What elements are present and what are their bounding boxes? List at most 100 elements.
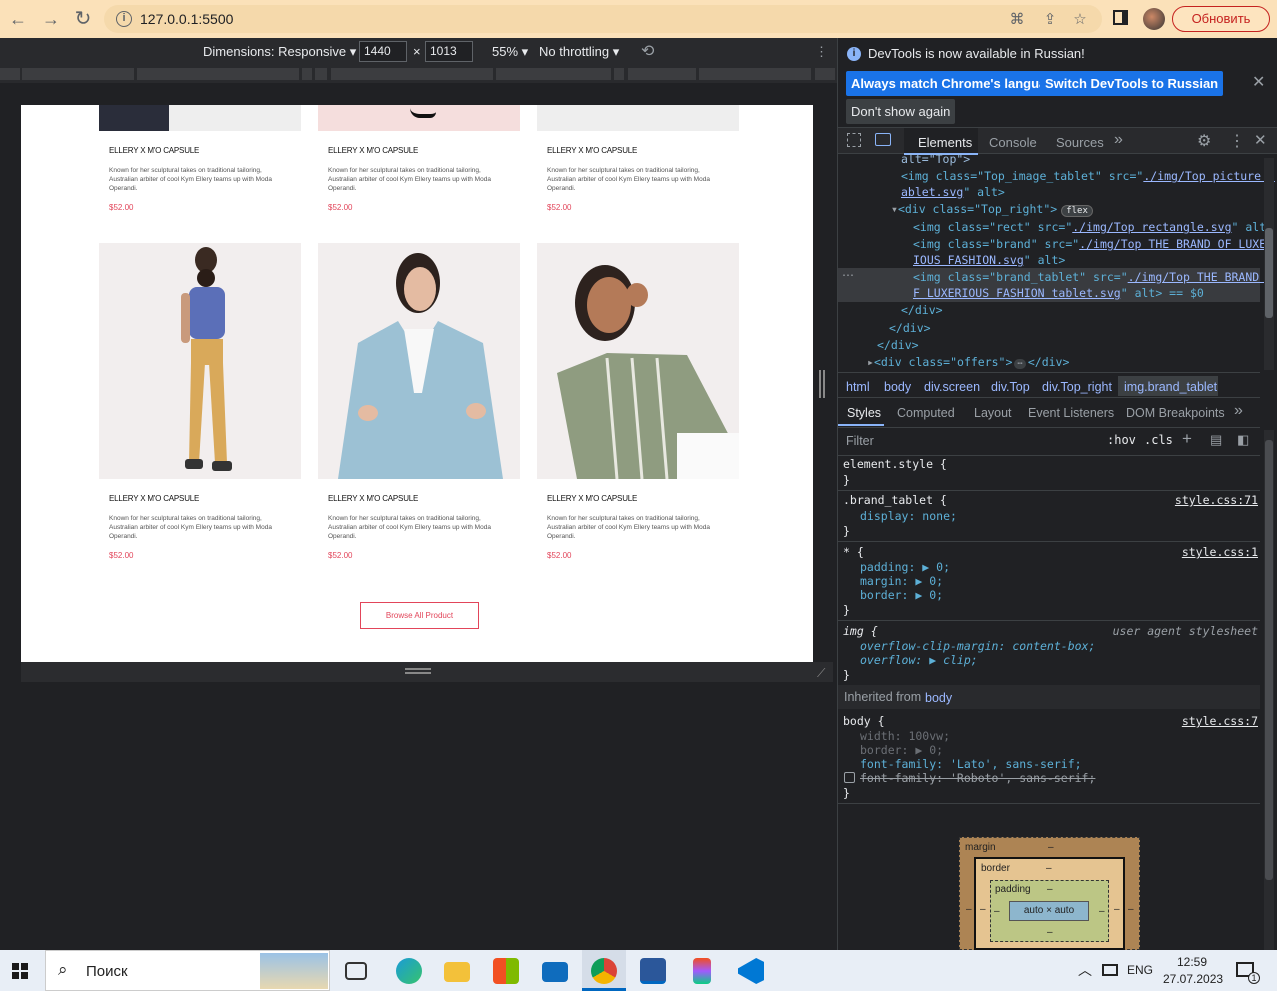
box-model-margin[interactable]: margin – – – border – – – padding – – – … xyxy=(959,837,1140,950)
product-title[interactable]: ELLERY X M'O CAPSULE xyxy=(547,146,637,155)
tab-console[interactable]: Console xyxy=(989,135,1037,150)
breadcrumb-img-brand-tablet[interactable]: img.brand_tablet xyxy=(1124,380,1217,394)
dom-line[interactable]: <img class="brand" src="./img/Top THE BR… xyxy=(913,237,1273,251)
vscode-icon[interactable] xyxy=(738,958,764,984)
tab-event-listeners[interactable]: Event Listeners xyxy=(1028,406,1114,420)
media-query-bar[interactable] xyxy=(0,65,837,83)
css-source-link[interactable]: style.css:71 xyxy=(1175,493,1258,507)
dom-line[interactable]: ablet.svg" alt> xyxy=(901,185,1005,199)
paint-icon[interactable]: ▤ xyxy=(1210,432,1222,448)
css-property-overridden[interactable]: font-family: 'Roboto', sans-serif; xyxy=(860,771,1095,785)
dom-line[interactable]: F LUXERIOUS FASHION tablet.svg" alt> == … xyxy=(913,286,1204,300)
close-devtools-icon[interactable]: ✕ xyxy=(1254,131,1267,149)
product-title[interactable]: ELLERY X M'O CAPSULE xyxy=(328,494,418,503)
browse-all-button[interactable]: Browse All Product xyxy=(360,602,479,629)
css-property[interactable]: margin: ▶ 0; xyxy=(860,574,943,588)
property-checkbox[interactable] xyxy=(844,772,855,783)
dont-show-button[interactable]: Don't show again xyxy=(846,99,956,124)
file-explorer-icon[interactable] xyxy=(444,962,470,982)
update-button[interactable]: Обновить xyxy=(1172,6,1270,32)
css-selector[interactable]: body { xyxy=(843,714,885,728)
expand-arrow-icon[interactable]: ▾ xyxy=(891,202,898,216)
zoom-dropdown[interactable]: 55% ▾ xyxy=(492,44,528,60)
css-source-link[interactable]: style.css:7 xyxy=(1182,714,1258,728)
avatar[interactable] xyxy=(1143,8,1165,30)
product-title[interactable]: ELLERY X M'O CAPSULE xyxy=(547,494,637,503)
margin-right-value[interactable]: – xyxy=(1128,904,1134,915)
dimensions-dropdown[interactable]: Dimensions: Responsive ▾ xyxy=(203,44,356,60)
breadcrumb-body[interactable]: body xyxy=(884,380,911,394)
product-title[interactable]: ELLERY X M'O CAPSULE xyxy=(109,494,199,503)
tab-dom-breakpoints[interactable]: DOM Breakpoints xyxy=(1126,406,1225,420)
height-input[interactable]: 1013 xyxy=(425,41,473,62)
css-source-link[interactable]: style.css:1 xyxy=(1182,545,1258,559)
css-property-inactive[interactable]: width: 100vw; xyxy=(860,729,950,743)
figma-icon[interactable] xyxy=(693,958,711,984)
inspect-icon[interactable] xyxy=(847,133,861,147)
clock-date[interactable]: 27.07.2023 xyxy=(1163,972,1223,986)
css-property[interactable]: display: none; xyxy=(860,509,957,523)
forward-icon[interactable]: → xyxy=(39,7,63,31)
width-input[interactable]: 1440 xyxy=(359,41,407,62)
more-options-icon[interactable]: ⋮ xyxy=(815,44,828,60)
corner-resize-icon[interactable]: ⟋ xyxy=(817,666,825,681)
filter-input[interactable]: Filter xyxy=(840,430,1096,452)
close-icon[interactable]: ✕ xyxy=(1252,72,1265,92)
css-property[interactable]: border: ▶ 0; xyxy=(860,588,943,602)
tab-layout[interactable]: Layout xyxy=(974,406,1012,420)
border-right-value[interactable]: – xyxy=(1114,904,1120,915)
taskbar-search[interactable]: ⌕ Поиск xyxy=(45,950,330,991)
dom-line[interactable]: <img class="rect" src="./img/Top rectang… xyxy=(913,220,1273,234)
dom-link[interactable]: ablet.svg xyxy=(901,185,963,199)
viewport-resize-bar[interactable]: ⟋ xyxy=(21,662,833,682)
breadcrumb-div-top-right[interactable]: div.Top_right xyxy=(1042,380,1112,394)
margin-top-value[interactable]: – xyxy=(1048,842,1054,853)
padding-bottom-value[interactable]: – xyxy=(1047,927,1053,938)
switch-russian-button[interactable]: Switch DevTools to Russian xyxy=(1040,71,1224,96)
scrollbar-thumb[interactable] xyxy=(1265,440,1273,880)
inherited-from-link[interactable]: body xyxy=(925,691,952,705)
dom-scrollbar[interactable] xyxy=(1264,158,1274,370)
padding-right-value[interactable]: – xyxy=(1099,906,1105,917)
dom-line[interactable]: <img class="Top_image_tablet" src="./img… xyxy=(901,169,1275,183)
product-image[interactable] xyxy=(537,243,739,479)
margin-left-value[interactable]: – xyxy=(966,904,972,915)
network-icon[interactable] xyxy=(1102,964,1118,976)
match-language-button[interactable]: Always match Chrome's language xyxy=(846,71,1067,96)
side-resize-handle[interactable] xyxy=(819,370,825,398)
add-rule-icon[interactable]: + xyxy=(1182,429,1192,449)
store-icon[interactable] xyxy=(493,958,519,984)
box-model-content[interactable]: auto × auto xyxy=(1009,901,1089,921)
scrollbar-thumb[interactable] xyxy=(1265,228,1273,318)
dom-link[interactable]: ./img/Top THE BRAND OF LUXER xyxy=(1079,237,1273,251)
resize-handle-icon[interactable] xyxy=(405,668,431,670)
dom-link[interactable]: ./img/Top THE BRAND O xyxy=(1128,270,1273,284)
tab-computed[interactable]: Computed xyxy=(897,406,955,420)
language-indicator[interactable]: ENG xyxy=(1127,963,1153,977)
dom-line[interactable]: ▾<div class="Top_right"> flex xyxy=(891,202,1093,217)
word-icon[interactable] xyxy=(640,958,666,984)
more-tabs-icon[interactable]: » xyxy=(1114,131,1123,149)
css-selector[interactable]: * { xyxy=(843,545,864,559)
box-model-border[interactable]: border – – – padding – – – – auto × auto xyxy=(974,857,1125,950)
css-property-inactive[interactable]: border: ▶ 0; xyxy=(860,743,943,757)
product-image[interactable] xyxy=(318,105,520,131)
clock-time[interactable]: 12:59 xyxy=(1177,955,1207,969)
dom-link[interactable]: IOUS FASHION.svg xyxy=(913,253,1024,267)
product-image[interactable] xyxy=(99,105,301,131)
translate-icon[interactable]: ⌘ xyxy=(1008,11,1026,29)
css-selector[interactable]: element.style { xyxy=(843,457,947,471)
sidebar-toggle-icon[interactable]: ◧ xyxy=(1237,432,1249,448)
task-view-icon[interactable] xyxy=(345,962,367,980)
gear-icon[interactable]: ⚙ xyxy=(1197,131,1211,151)
cls-toggle[interactable]: .cls xyxy=(1144,433,1173,447)
breadcrumb-div-screen[interactable]: div.screen xyxy=(924,380,980,394)
product-image[interactable] xyxy=(537,105,739,131)
product-image[interactable] xyxy=(99,243,301,479)
reload-icon[interactable]: ↻ xyxy=(71,7,95,31)
dom-link[interactable]: ./img/Top rectangle.svg xyxy=(1072,220,1231,234)
css-property[interactable]: font-family: 'Lato', sans-serif; xyxy=(860,757,1082,771)
bookmark-star-icon[interactable]: ☆ xyxy=(1071,11,1089,29)
hov-toggle[interactable]: :hov xyxy=(1107,433,1136,447)
site-info-icon[interactable]: i xyxy=(116,11,132,27)
